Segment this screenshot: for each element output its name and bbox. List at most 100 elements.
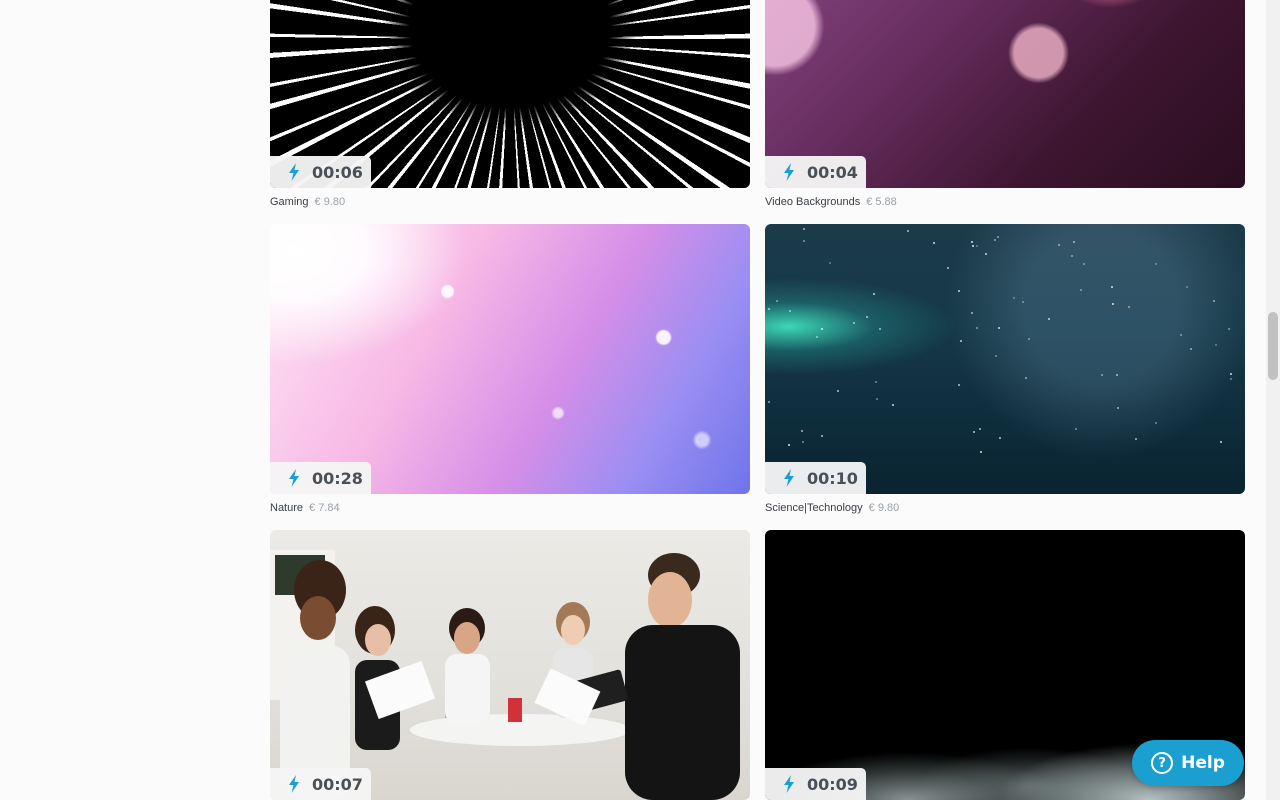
star <box>1230 378 1232 380</box>
star <box>1111 286 1113 288</box>
star <box>801 430 803 432</box>
duration-badge: 00:09 <box>765 768 866 800</box>
duration-badge: 00:28 <box>270 462 371 494</box>
video-card[interactable]: 00:07 <box>270 530 750 800</box>
star <box>802 441 804 443</box>
star <box>803 228 805 230</box>
star <box>1128 306 1130 308</box>
star <box>973 431 975 433</box>
star <box>985 253 987 255</box>
help-button[interactable]: ? Help <box>1132 740 1244 786</box>
star <box>933 242 935 244</box>
star <box>1080 289 1082 291</box>
star <box>1112 303 1114 305</box>
meeting-illustration <box>270 550 740 800</box>
video-card[interactable]: 00:28 Nature € 7.84 <box>270 224 750 516</box>
star <box>1155 422 1157 424</box>
video-thumbnail[interactable]: 00:10 <box>765 224 1245 494</box>
star <box>1022 301 1024 303</box>
lightning-bolt-icon <box>784 163 794 181</box>
star <box>1117 407 1119 409</box>
scrollbar[interactable] <box>1266 0 1280 800</box>
star <box>958 290 960 292</box>
star <box>1013 297 1015 299</box>
star <box>995 355 997 357</box>
duration-badge: 00:10 <box>765 462 866 494</box>
duration-text: 00:28 <box>312 468 363 488</box>
category-link[interactable]: Gaming <box>270 196 309 208</box>
duration-text: 00:10 <box>807 468 858 488</box>
star <box>1186 286 1188 288</box>
star <box>976 327 978 329</box>
video-card[interactable]: 00:04 Video Backgrounds € 5.88 <box>765 0 1245 210</box>
star <box>980 451 982 453</box>
lightning-bolt-icon <box>289 775 299 793</box>
star <box>1083 263 1085 265</box>
star <box>947 267 949 269</box>
category-link[interactable]: Nature <box>270 502 303 514</box>
video-meta: Gaming € 9.80 <box>270 194 750 210</box>
price: € 5.88 <box>866 196 897 208</box>
star <box>892 404 894 406</box>
video-thumbnail[interactable]: 00:07 <box>270 530 750 800</box>
star <box>837 390 839 392</box>
star <box>999 437 1001 439</box>
star <box>866 316 868 318</box>
video-thumbnail[interactable]: 00:28 <box>270 224 750 494</box>
duration-text: 00:07 <box>312 774 363 794</box>
star <box>1155 263 1157 265</box>
duration-badge: 00:04 <box>765 156 866 188</box>
star <box>979 428 981 430</box>
star <box>1228 328 1230 330</box>
star <box>853 322 855 324</box>
duration-badge: 00:06 <box>270 156 371 188</box>
lightning-bolt-icon <box>289 469 299 487</box>
star <box>1215 344 1217 346</box>
star <box>1135 438 1137 440</box>
category-link[interactable]: Science|Technology <box>765 502 863 514</box>
video-card[interactable]: 00:06 Gaming € 9.80 <box>270 0 750 210</box>
star <box>1116 374 1118 376</box>
star <box>776 300 778 302</box>
page: 00:06 Gaming € 9.80 00:04 Video Backgroun… <box>0 0 1280 800</box>
star <box>1190 348 1192 350</box>
star <box>1025 377 1027 379</box>
star <box>821 328 823 330</box>
lightning-bolt-icon <box>784 775 794 793</box>
star <box>1075 428 1077 430</box>
star <box>1213 300 1215 302</box>
star <box>816 336 818 338</box>
star <box>1048 318 1050 320</box>
star <box>972 245 974 247</box>
duration-text: 00:06 <box>312 162 363 182</box>
star <box>958 384 960 386</box>
lightning-bolt-icon <box>289 163 299 181</box>
duration-text: 00:09 <box>807 774 858 794</box>
star <box>788 444 790 446</box>
scrollbar-thumb[interactable] <box>1268 312 1278 380</box>
star <box>971 241 973 243</box>
video-meta: Nature € 7.84 <box>270 500 750 516</box>
star <box>1230 373 1232 375</box>
star <box>994 239 996 241</box>
lightning-bolt-icon <box>784 469 794 487</box>
video-meta: Video Backgrounds € 5.88 <box>765 194 1245 210</box>
video-thumbnail[interactable]: 00:06 <box>270 0 750 188</box>
video-thumbnail[interactable]: 00:04 <box>765 0 1245 188</box>
star <box>821 435 823 437</box>
star <box>960 340 962 342</box>
help-label: Help <box>1181 753 1225 773</box>
star <box>789 310 791 312</box>
video-card[interactable]: 00:10 Science|Technology € 9.80 <box>765 224 1245 516</box>
star <box>1028 338 1030 340</box>
video-meta: Science|Technology € 9.80 <box>765 500 1245 516</box>
star <box>1071 255 1073 257</box>
price: € 9.80 <box>868 502 900 514</box>
star <box>873 293 875 295</box>
star <box>876 398 878 400</box>
category-link[interactable]: Video Backgrounds <box>765 196 860 208</box>
star <box>997 236 999 238</box>
star <box>829 262 831 264</box>
star <box>1101 374 1103 376</box>
question-circle-icon: ? <box>1151 752 1174 774</box>
